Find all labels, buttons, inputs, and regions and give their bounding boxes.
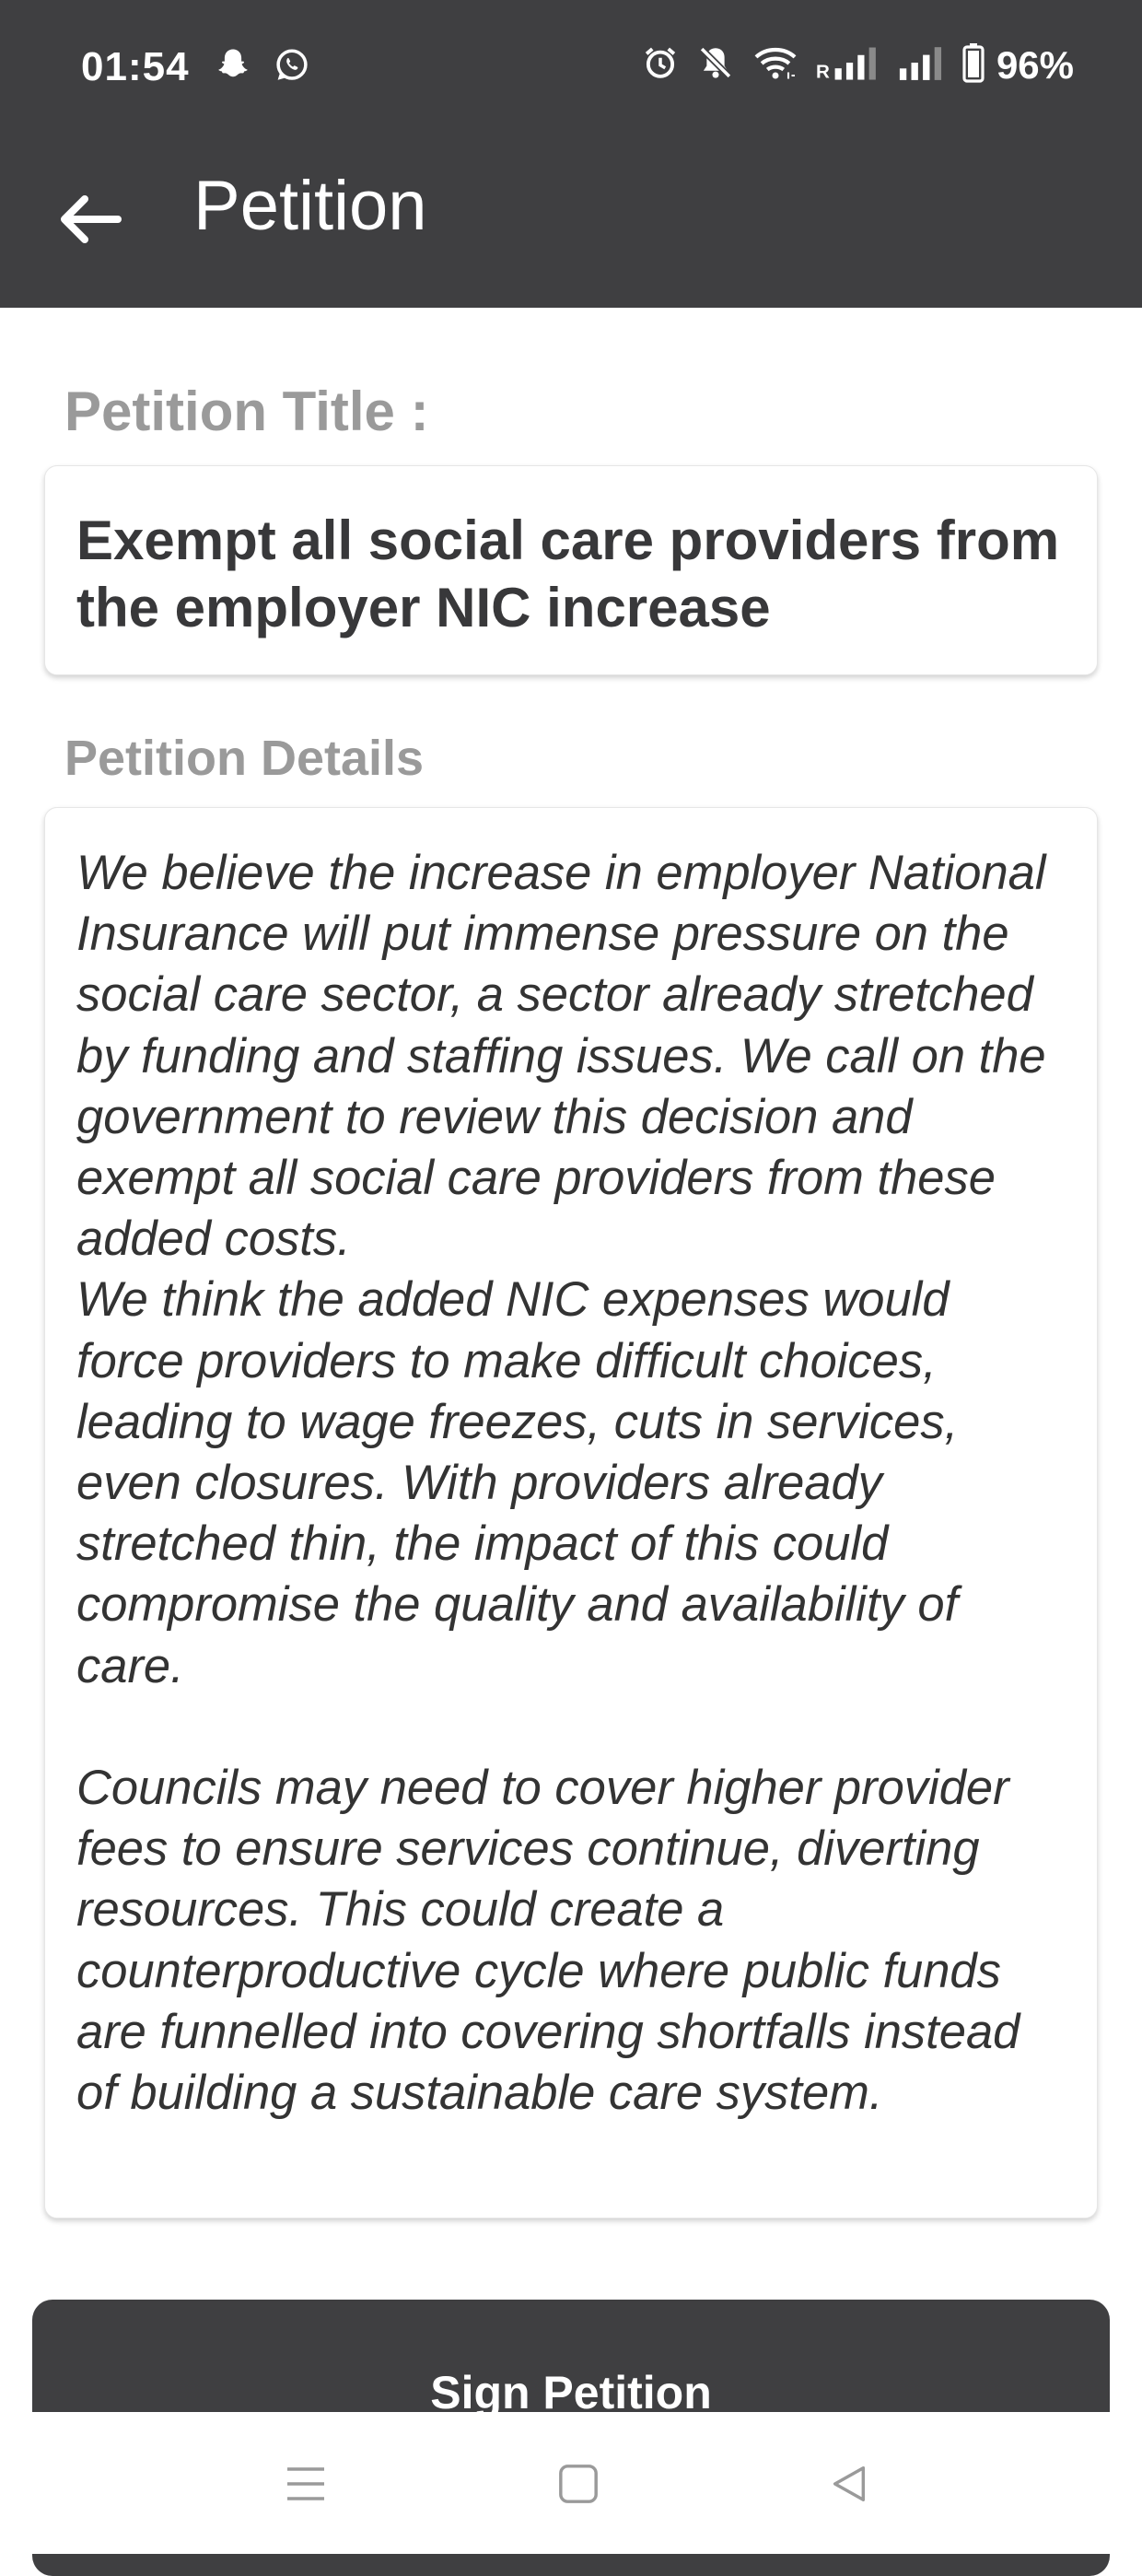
signal-icon: R (816, 43, 880, 87)
app-bar: 01:54 R 96% Petition (0, 0, 1142, 308)
system-back-button[interactable] (822, 2458, 877, 2513)
alarm-icon (641, 43, 680, 87)
petition-details-card: We believe the increase in employer Nati… (44, 807, 1098, 2219)
petition-title: Exempt all social care providers from th… (76, 509, 1060, 638)
home-icon (557, 2463, 600, 2510)
page-title: Petition (193, 167, 427, 245)
battery-level: 96% (996, 42, 1074, 87)
arrow-left-icon (57, 193, 123, 250)
battery-icon (961, 42, 985, 88)
signal-icon (897, 43, 945, 87)
status-bar: 01:54 R 96% (0, 0, 1142, 138)
petition-title-label: Petition Title : (64, 381, 429, 442)
mute-icon (696, 43, 735, 87)
whatsapp-icon (273, 46, 311, 89)
recent-apps-button[interactable] (278, 2458, 333, 2513)
svg-text:R: R (816, 61, 830, 82)
petition-details-label: Petition Details (64, 731, 425, 786)
menu-icon (284, 2464, 328, 2509)
petition-title-card: Exempt all social care providers from th… (44, 465, 1098, 675)
home-button[interactable] (551, 2458, 606, 2513)
status-time: 01:54 (81, 44, 190, 89)
notification-icons (214, 46, 311, 89)
snapchat-icon (214, 46, 252, 89)
system-icons: R 96% (641, 42, 1074, 88)
toolbar: Petition (0, 138, 1142, 308)
petition-details: We believe the increase in employer Nati… (76, 846, 1046, 2121)
back-triangle-icon (828, 2463, 870, 2510)
navigation-bar (0, 2412, 1142, 2554)
back-button[interactable] (44, 175, 136, 267)
wifi-icon (752, 43, 799, 87)
